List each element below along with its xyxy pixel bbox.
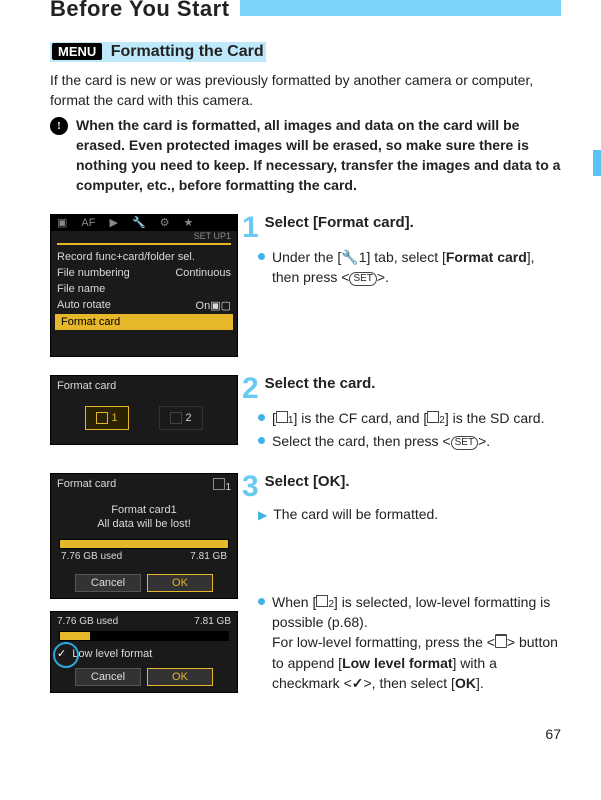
tab-underline xyxy=(57,243,231,245)
intro-text: If the card is new or was previously for… xyxy=(50,70,561,111)
figure-confirm-format: Format card 1 Format card1 All data will… xyxy=(50,473,238,600)
menu-row-format-selected: Format card xyxy=(55,314,233,330)
menu-spacer xyxy=(51,330,237,356)
camera-tab-bar: ▣ AF ▶ 🔧 ⚙ ★ xyxy=(51,215,237,231)
step-3: Format card 1 Format card1 All data will… xyxy=(50,473,561,697)
step-3-line: ▶The card will be formatted. xyxy=(258,506,561,522)
card-pick-row: 1 2 xyxy=(51,396,237,444)
cancel-button-2: Cancel xyxy=(75,668,141,686)
menu-row-filename: File name xyxy=(51,281,237,297)
menu-row-numbering: File numberingContinuous xyxy=(51,265,237,281)
card2-button: 2 xyxy=(159,406,203,430)
side-tab xyxy=(593,150,601,176)
capacity-bar: 7.76 GB used7.81 GB xyxy=(59,539,229,566)
figure-setup-menu: ▣ AF ▶ 🔧 ⚙ ★ SET UP1 Record func+card/fo… xyxy=(50,214,238,357)
set-icon: SET xyxy=(451,436,478,450)
step-1: ▣ AF ▶ 🔧 ⚙ ★ SET UP1 Record func+card/fo… xyxy=(50,214,561,357)
format-body: Format card1 All data will be lost! xyxy=(51,497,237,536)
page-number: 67 xyxy=(50,726,561,742)
step-2-line-1: [1] is the CF card, and [2] is the SD ca… xyxy=(258,408,561,429)
step-1-line: Under the [🔧1] tab, select [Format card]… xyxy=(258,247,561,288)
bar-partial xyxy=(59,631,229,641)
page-title-row: Before You Start xyxy=(50,0,561,22)
warning-block: ! When the card is formatted, all images… xyxy=(50,115,561,196)
figure-card-select: Format card 1 2 xyxy=(50,375,238,445)
step-4-line: When [2] is selected, low-level formatti… xyxy=(258,592,561,694)
bar-full xyxy=(59,539,229,549)
cancel-button: Cancel xyxy=(75,574,141,592)
format-head: Format card xyxy=(51,376,237,396)
warning-text: When the card is formatted, all images a… xyxy=(76,115,561,196)
menu-badge: MENU xyxy=(52,43,102,60)
format-head-3: Format card 1 xyxy=(51,474,237,497)
low-level-row: ✓ Low level format xyxy=(51,645,237,664)
warning-icon: ! xyxy=(50,117,68,135)
callout-circle xyxy=(53,642,79,668)
trash-icon xyxy=(495,634,507,648)
triangle-bullet: ▶ xyxy=(258,508,267,522)
step-number-1: 1 xyxy=(242,214,259,241)
step-number-3: 3 xyxy=(242,473,259,500)
step-3-title: Select [OK]. xyxy=(265,473,350,490)
ok-button-2: OK xyxy=(147,668,213,686)
set-icon: SET xyxy=(349,272,376,286)
step-1-title: Select [Format card]. xyxy=(265,214,414,231)
star-tab: ★ xyxy=(184,216,194,229)
card1-button: 1 xyxy=(85,406,129,430)
menu-row-rotate: Auto rotateOn▣▢ xyxy=(51,297,237,314)
menu-row-record: Record func+card/folder sel. xyxy=(51,249,237,265)
step-2-body: 2 Select the card. [1] is the CF card, a… xyxy=(248,375,561,455)
page-title: Before You Start xyxy=(50,0,230,22)
figure-low-level: 7.76 GB used7.81 GB ✓ Low level format C… xyxy=(50,611,238,693)
step-3-body: 3 Select [OK]. ▶The card will be formatt… xyxy=(248,473,561,697)
play-tab: ▶ xyxy=(109,216,117,229)
confirm-buttons-2: Cancel OK xyxy=(51,664,237,692)
title-accent-bar xyxy=(240,0,561,16)
step-2: Format card 1 2 2 Select the card. [1] i… xyxy=(50,375,561,455)
section-title: Formatting the Card xyxy=(111,43,264,60)
step-1-body: 1 Select [Format card]. Under the [🔧1] t… xyxy=(248,214,561,291)
step-2-line-2: Select the card, then press <SET>. xyxy=(258,431,561,451)
custom-tab: ⚙ xyxy=(160,216,170,229)
section-heading: MENU Formatting the Card xyxy=(50,42,266,62)
setup-label: SET UP1 xyxy=(51,231,237,243)
camera-icon: ▣ xyxy=(57,216,67,229)
wrench-icon: 🔧 xyxy=(341,249,358,265)
confirm-buttons: Cancel OK xyxy=(51,570,237,598)
wrench-tab: 🔧 xyxy=(132,216,146,229)
step-number-2: 2 xyxy=(242,375,259,402)
step-2-title: Select the card. xyxy=(265,375,376,392)
af-tab: AF xyxy=(81,217,95,229)
ok-button: OK xyxy=(147,574,213,592)
